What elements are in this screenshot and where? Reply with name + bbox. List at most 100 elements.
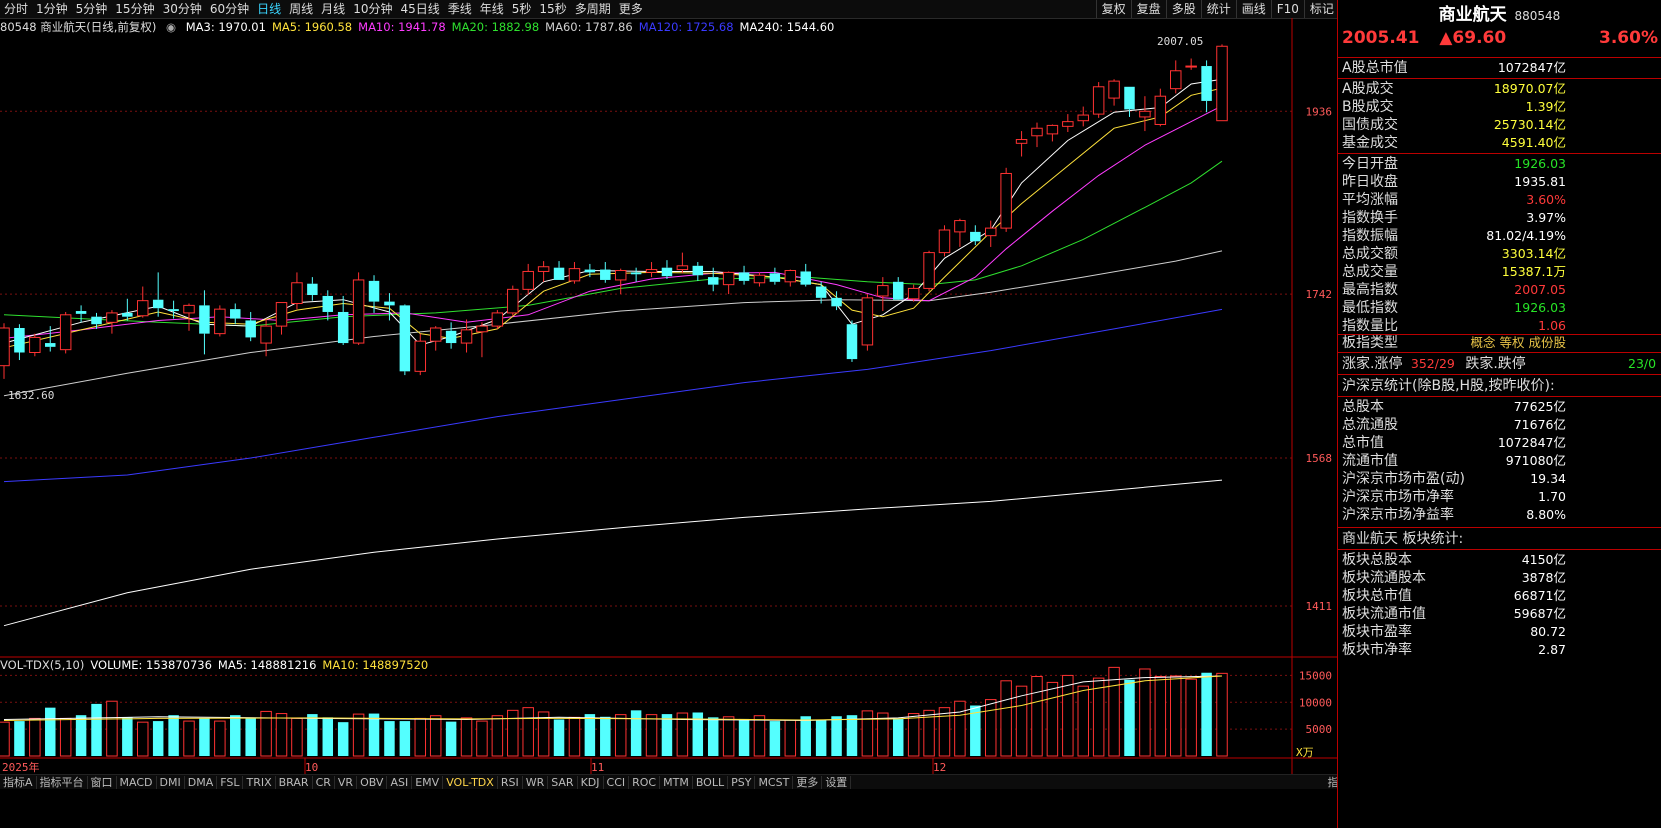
period-tab-1[interactable]: 1分钟 — [32, 0, 72, 18]
ma-legend-item-1: MA5: 1960.58 — [271, 20, 353, 34]
period-tab-5[interactable]: 60分钟 — [206, 0, 253, 18]
indicator-tab-22[interactable]: BOLL — [693, 776, 729, 789]
row-label: 总股本 — [1342, 399, 1384, 415]
row-label: 总成交额 — [1342, 246, 1398, 262]
row-label: 今日开盘 — [1342, 156, 1398, 172]
candle-up — [1092, 86, 1105, 115]
indicator-tab-25[interactable]: 更多 — [793, 776, 823, 789]
candle-down — [14, 327, 25, 353]
divider — [1338, 549, 1661, 550]
candle-up — [1170, 70, 1182, 90]
period-tab-12[interactable]: 年线 — [476, 0, 508, 18]
candle-up — [291, 282, 303, 304]
indicator-tab-3[interactable]: MACD — [117, 776, 157, 789]
price-axis: 1936 1742 1568 1411 15000 10000 5000 — [1299, 105, 1332, 736]
row-value: 971080亿 — [1505, 453, 1566, 468]
row-value: 1926.03 — [1514, 156, 1566, 171]
candle-up — [1154, 95, 1167, 125]
ma-legend-item-5: MA120: 1725.68 — [638, 20, 734, 34]
indicator-tab-0[interactable]: 指标A — [0, 776, 37, 789]
indicator-tab-9[interactable]: CR — [313, 776, 335, 789]
indicator-tab-8[interactable]: BRAR — [276, 776, 313, 789]
volume-bar-down — [368, 713, 380, 756]
period-tab-6[interactable]: 日线 — [253, 0, 285, 18]
indicator-tab-2[interactable]: 窗口 — [88, 776, 117, 789]
volume-bar-down — [399, 721, 411, 756]
indicator-tab-5[interactable]: DMA — [185, 776, 218, 789]
indicator-tab-16[interactable]: WR — [523, 776, 549, 789]
indicator-tab-19[interactable]: CCI — [604, 776, 630, 789]
period-tab-8[interactable]: 月线 — [317, 0, 349, 18]
volume-bar-up — [137, 721, 149, 757]
tool-button-1[interactable]: 复盘 — [1130, 0, 1166, 18]
indicator-tab-6[interactable]: FSL — [217, 776, 244, 789]
period-tab-11[interactable]: 季线 — [444, 0, 476, 18]
indicator-tab-26[interactable]: 设置 — [822, 776, 852, 789]
candle-down — [322, 295, 334, 312]
row-value: 3303.14亿 — [1501, 246, 1566, 261]
tool-button-5[interactable]: F10 — [1270, 0, 1304, 18]
indicator-tab-10[interactable]: VR — [335, 776, 358, 789]
indicator-tab-21[interactable]: MTM — [660, 776, 693, 789]
period-tab-15[interactable]: 多周期 — [571, 0, 615, 18]
tool-button-3[interactable]: 统计 — [1200, 0, 1236, 18]
divider — [1338, 153, 1661, 154]
indicator-tab-4[interactable]: DMI — [157, 776, 185, 789]
period-tab-10[interactable]: 45日线 — [396, 0, 443, 18]
volume-bar-down — [1201, 672, 1212, 756]
tool-button-2[interactable]: 多股 — [1165, 0, 1201, 18]
market-row-1: 总流通股 71676亿 — [1342, 416, 1566, 434]
indicator-tab-12[interactable]: ASI — [387, 776, 413, 789]
candle-down — [970, 231, 981, 242]
tool-button-6[interactable]: 标记 — [1303, 0, 1339, 18]
period-tab-7[interactable]: 周线 — [285, 0, 317, 18]
period-tab-14[interactable]: 15秒 — [535, 0, 570, 18]
settings-icon[interactable]: ◉ — [166, 20, 176, 34]
volume-bar-up — [352, 713, 365, 757]
volume-unit-label: X万 — [1296, 746, 1314, 759]
candle-up — [476, 325, 488, 333]
indicator-tab-20[interactable]: ROC — [629, 776, 661, 789]
row-value: 4150亿 — [1521, 552, 1566, 567]
volume-bar-up — [614, 714, 627, 757]
period-tab-3[interactable]: 15分钟 — [111, 0, 158, 18]
volume-bar-up — [1062, 674, 1074, 757]
volume-bar-up — [507, 709, 519, 757]
row-value: 1.06 — [1538, 318, 1566, 333]
candle-down — [738, 272, 750, 281]
period-tab-4[interactable]: 30分钟 — [159, 0, 206, 18]
candle-down — [815, 286, 827, 298]
stat-row-6: 总成交量 15387.1万 — [1342, 263, 1566, 281]
period-tab-2[interactable]: 5分钟 — [72, 0, 112, 18]
volume-tick-label: 15000 — [1299, 669, 1332, 682]
volume-bar-up — [861, 710, 874, 757]
period-tab-16[interactable]: 更多 — [615, 0, 647, 18]
indicator-tab-23[interactable]: PSY — [728, 776, 756, 789]
volume-bar-down — [322, 717, 334, 756]
volume-bar-down — [600, 716, 611, 756]
row-value: 1.39亿 — [1525, 99, 1566, 114]
volume-bar-down — [815, 720, 827, 756]
row-value: 77625亿 — [1513, 399, 1566, 414]
indicator-tab-15[interactable]: RSI — [498, 776, 523, 789]
indicator-tab-14[interactable]: VOL-TDX — [443, 776, 498, 789]
period-tab-9[interactable]: 10分钟 — [349, 0, 396, 18]
turnover-row-2: 国债成交 25730.14亿 — [1342, 116, 1566, 134]
ma-legend-item-0: MA3: 1970.01 — [185, 20, 266, 34]
volume-bar-up — [1170, 675, 1182, 757]
period-tab-0[interactable]: 分时 — [0, 0, 32, 18]
candle-up — [954, 220, 966, 233]
volume-bar-down — [152, 721, 164, 756]
period-tab-13[interactable]: 5秒 — [508, 0, 536, 18]
indicator-tab-18[interactable]: KDJ — [578, 776, 604, 789]
indicator-tab-13[interactable]: EMV — [412, 776, 444, 789]
indicator-tab-11[interactable]: OBV — [357, 776, 388, 789]
indicator-tab-24[interactable]: MCST — [755, 776, 794, 789]
tool-button-0[interactable]: 复权 — [1095, 0, 1131, 18]
indicator-tab-7[interactable]: TRIX — [243, 776, 276, 789]
tool-button-4[interactable]: 画线 — [1235, 0, 1271, 18]
candle-down — [384, 301, 395, 306]
indicator-tab-1[interactable]: 指标平台 — [37, 776, 88, 789]
indicator-tab-17[interactable]: SAR — [548, 776, 578, 789]
volume-bar-down — [584, 714, 596, 756]
